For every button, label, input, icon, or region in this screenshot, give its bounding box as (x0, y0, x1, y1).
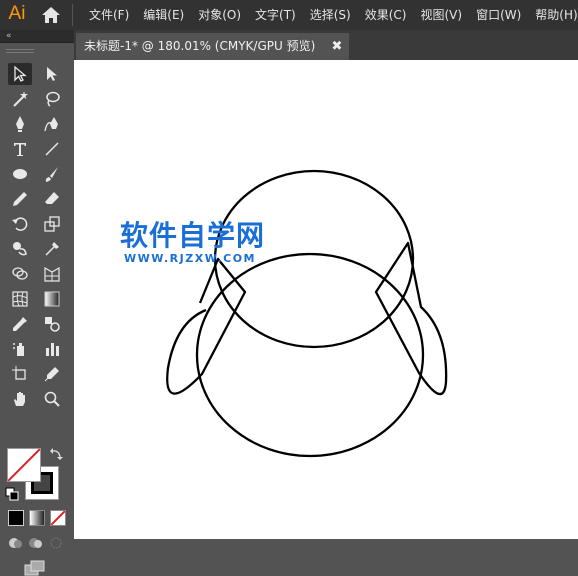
symbol-sprayer-tool-icon[interactable] (8, 338, 32, 360)
paintbrush-tool-icon[interactable] (40, 163, 64, 185)
menu-select[interactable]: 选择(S) (303, 0, 358, 30)
close-icon[interactable]: ✖ (330, 33, 344, 60)
watermark-url: WWW.RJZXW.COM (124, 252, 256, 265)
slice-tool-icon[interactable] (40, 363, 64, 385)
draw-inside-icon[interactable] (48, 536, 64, 550)
draw-behind-icon[interactable] (28, 536, 44, 550)
blend-tool-icon[interactable] (40, 313, 64, 335)
menu-view[interactable]: 视图(V) (413, 0, 469, 30)
gradient-tool-icon[interactable] (40, 288, 64, 310)
menu-bar: Ai 文件(F) 编辑(E) 对象(O) 文字(T) 选择(S) 效果(C) 视… (0, 0, 578, 30)
artwork (166, 169, 448, 458)
gradient-mode-button[interactable] (29, 510, 45, 526)
left-wing (166, 257, 247, 395)
column-graph-tool-icon[interactable] (40, 338, 64, 360)
mesh-tool-icon[interactable] (8, 288, 32, 310)
fill-swatch[interactable] (7, 448, 41, 482)
curvature-tool-icon[interactable] (40, 113, 64, 135)
artboard-tool-icon[interactable] (8, 363, 32, 385)
direct-selection-tool-icon[interactable] (40, 63, 64, 85)
none-mode-button[interactable] (50, 510, 66, 526)
watermark-logo: 软件自学网 (120, 219, 266, 252)
line-segment-tool-icon[interactable] (40, 138, 64, 160)
zoom-tool-icon[interactable] (40, 388, 64, 410)
perspective-grid-tool-icon[interactable] (40, 263, 64, 285)
menu-help[interactable]: 帮助(H) (528, 0, 578, 30)
selection-tool-icon[interactable] (8, 63, 32, 85)
ellipse-tool-icon[interactable] (8, 163, 32, 185)
scale-tool-icon[interactable] (40, 213, 64, 235)
menu-edit[interactable]: 编辑(E) (136, 0, 191, 30)
app-logo: Ai (8, 3, 26, 24)
puppet-warp-tool-icon[interactable] (40, 238, 64, 260)
hand-tool-icon[interactable] (8, 388, 32, 410)
eyedropper-tool-icon[interactable] (8, 313, 32, 335)
eraser-tool-icon[interactable] (40, 188, 64, 210)
document-tab[interactable]: 未标题-1* @ 180.01% (CMYK/GPU 预览) ✖ (76, 33, 349, 60)
home-icon[interactable] (40, 5, 62, 25)
screen-mode-icon[interactable] (24, 560, 46, 576)
menu-effect[interactable]: 效果(C) (358, 0, 414, 30)
magic-wand-tool-icon[interactable] (8, 88, 32, 110)
menu-type[interactable]: 文字(T) (248, 0, 303, 30)
menu-divider (72, 4, 73, 26)
menu-window[interactable]: 窗口(W) (469, 0, 528, 30)
document-tab-bar: 未标题-1* @ 180.01% (CMYK/GPU 预览) ✖ (74, 30, 578, 60)
lower-circle (195, 252, 425, 458)
panel-grip[interactable] (6, 49, 34, 53)
pencil-tool-icon[interactable] (8, 188, 32, 210)
type-tool-icon[interactable] (8, 138, 32, 160)
menu-file[interactable]: 文件(F) (82, 0, 136, 30)
toolbar-header: « (0, 30, 74, 43)
document-tab-title: 未标题-1* @ 180.01% (CMYK/GPU 预览) (84, 39, 316, 53)
color-mode-button[interactable] (8, 510, 24, 526)
shape-builder-tool-icon[interactable] (8, 263, 32, 285)
pen-tool-icon[interactable] (8, 113, 32, 135)
draw-normal-icon[interactable] (8, 536, 24, 550)
warp-tool-icon[interactable] (8, 238, 32, 260)
menu-object[interactable]: 对象(O) (191, 0, 248, 30)
menu-items: 文件(F) 编辑(E) 对象(O) 文字(T) 选择(S) 效果(C) 视图(V… (82, 0, 578, 30)
rotate-tool-icon[interactable] (8, 213, 32, 235)
lasso-tool-icon[interactable] (40, 88, 64, 110)
default-fill-stroke-icon[interactable] (5, 487, 19, 501)
tools-panel (0, 43, 74, 576)
swap-fill-stroke-icon[interactable] (49, 447, 63, 461)
collapse-panel-icon[interactable]: « (6, 30, 12, 42)
artboard-canvas[interactable]: 软件自学网 WWW.RJZXW.COM (74, 60, 578, 539)
